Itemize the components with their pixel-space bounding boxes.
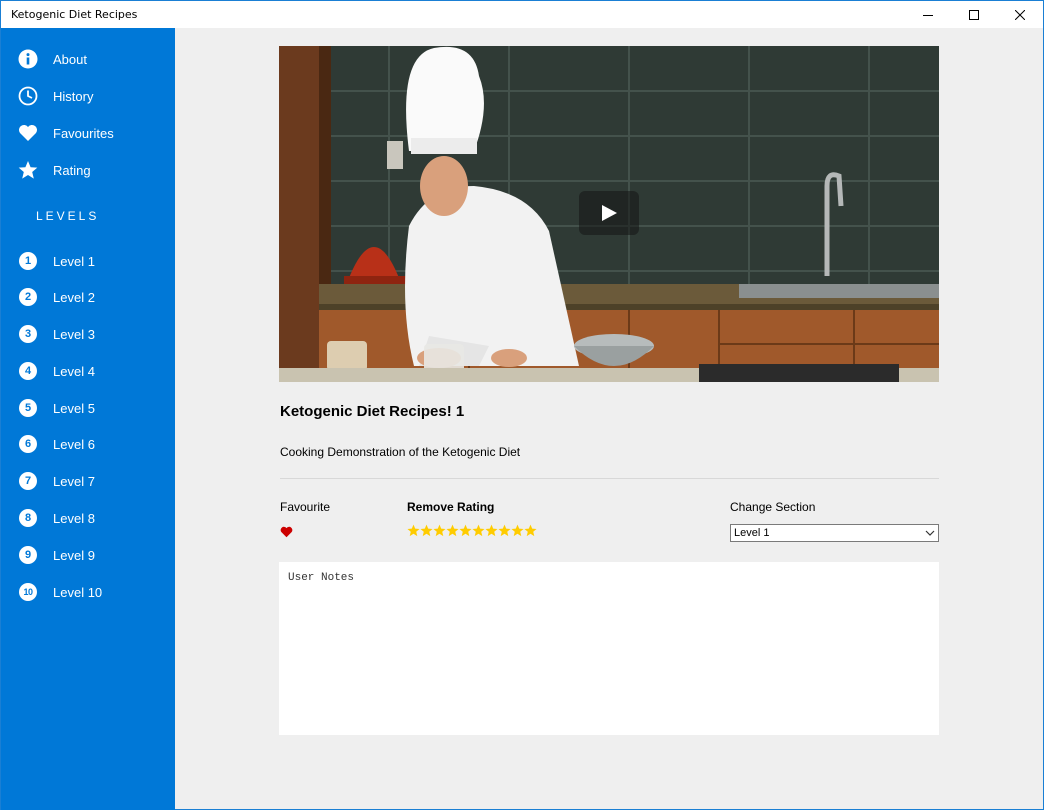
info-icon [18,49,38,69]
play-icon [602,205,617,221]
number-7-icon: 7 [19,472,37,490]
sidebar: About History Favourites Rating LEVELS 1… [1,28,175,810]
sidebar-item-label: Level 2 [53,289,95,305]
rating-star-icon[interactable] [511,524,524,537]
sidebar-item-label: Level 9 [53,547,95,563]
sidebar-item-level-7[interactable]: 7 Level 7 [1,464,175,498]
sidebar-item-label: Level 8 [53,510,95,526]
sidebar-item-label: History [53,88,94,104]
section-selected-value: Level 1 [734,527,770,539]
rating-stars[interactable] [407,524,537,537]
sidebar-item-level-5[interactable]: 5 Level 5 [1,391,175,425]
sidebar-item-level-9[interactable]: 9 Level 9 [1,538,175,572]
minimize-button[interactable] [905,1,951,28]
video-player[interactable] [279,46,939,382]
clock-icon [18,86,38,106]
title-bar: Ketogenic Diet Recipes [1,1,1043,28]
rating-star-icon[interactable] [459,524,472,537]
sidebar-item-label: Level 1 [53,253,95,269]
change-section-label: Change Section [730,500,816,514]
remove-rating-button[interactable]: Remove Rating [407,500,494,514]
close-icon [1015,9,1025,20]
sidebar-item-about[interactable]: About [1,42,175,76]
close-button[interactable] [997,1,1043,28]
chevron-down-icon [925,530,935,536]
rating-star-icon[interactable] [446,524,459,537]
sidebar-item-level-3[interactable]: 3 Level 3 [1,317,175,351]
sidebar-item-level-4[interactable]: 4 Level 4 [1,354,175,388]
sidebar-item-level-6[interactable]: 6 Level 6 [1,427,175,461]
sidebar-item-label: Level 7 [53,473,95,489]
maximize-button[interactable] [951,1,997,28]
rating-star-icon[interactable] [472,524,485,537]
rating-star-icon[interactable] [524,524,537,537]
minimize-icon [923,14,933,16]
recipe-title: Ketogenic Diet Recipes! 1 [280,403,465,420]
rating-star-icon[interactable] [407,524,420,537]
number-6-icon: 6 [19,435,37,453]
rating-star-icon[interactable] [420,524,433,537]
number-10-icon: 10 [19,583,37,601]
star-icon [18,160,38,180]
number-2-icon: 2 [19,288,37,306]
play-button[interactable] [579,191,639,235]
heart-icon [18,123,38,143]
maximize-icon [969,9,979,20]
section-dropdown[interactable]: Level 1 [730,524,939,542]
window-title: Ketogenic Diet Recipes [11,8,138,21]
sidebar-item-label: Level 3 [53,326,95,342]
sidebar-item-level-2[interactable]: 2 Level 2 [1,280,175,314]
number-8-icon: 8 [19,509,37,527]
sidebar-item-level-8[interactable]: 8 Level 8 [1,501,175,535]
favourite-label: Favourite [280,500,331,514]
sidebar-item-label: About [53,51,87,67]
sidebar-item-level-1[interactable]: 1 Level 1 [1,244,175,278]
number-9-icon: 9 [19,546,37,564]
heart-icon [280,526,293,538]
number-5-icon: 5 [19,399,37,417]
sidebar-item-label: Level 10 [53,584,103,600]
sidebar-item-rating[interactable]: Rating [1,153,175,187]
sidebar-item-level-10[interactable]: 10 Level 10 [1,575,175,609]
number-4-icon: 4 [19,362,37,380]
recipe-description: Cooking Demonstration of the Ketogenic D… [280,445,521,459]
sidebar-item-label: Favourites [53,125,114,141]
rating-star-icon[interactable] [433,524,446,537]
rating-star-icon[interactable] [498,524,511,537]
sidebar-item-label: Level 4 [53,363,95,379]
number-3-icon: 3 [19,325,37,343]
sidebar-item-label: Level 6 [53,436,95,452]
favourite-toggle[interactable] [280,525,293,543]
user-notes-placeholder: User Notes [288,572,355,584]
app-window: Ketogenic Diet Recipes About History Fav… [0,0,1044,810]
divider [280,478,939,479]
sidebar-item-history[interactable]: History [1,79,175,113]
rating-star-icon[interactable] [485,524,498,537]
window-controls [905,1,1043,28]
levels-header: LEVELS [36,209,100,223]
sidebar-item-favourites[interactable]: Favourites [1,116,175,150]
sidebar-item-label: Level 5 [53,400,95,416]
user-notes-input[interactable]: User Notes [279,562,939,735]
number-1-icon: 1 [19,252,37,270]
sidebar-item-label: Rating [53,162,91,178]
